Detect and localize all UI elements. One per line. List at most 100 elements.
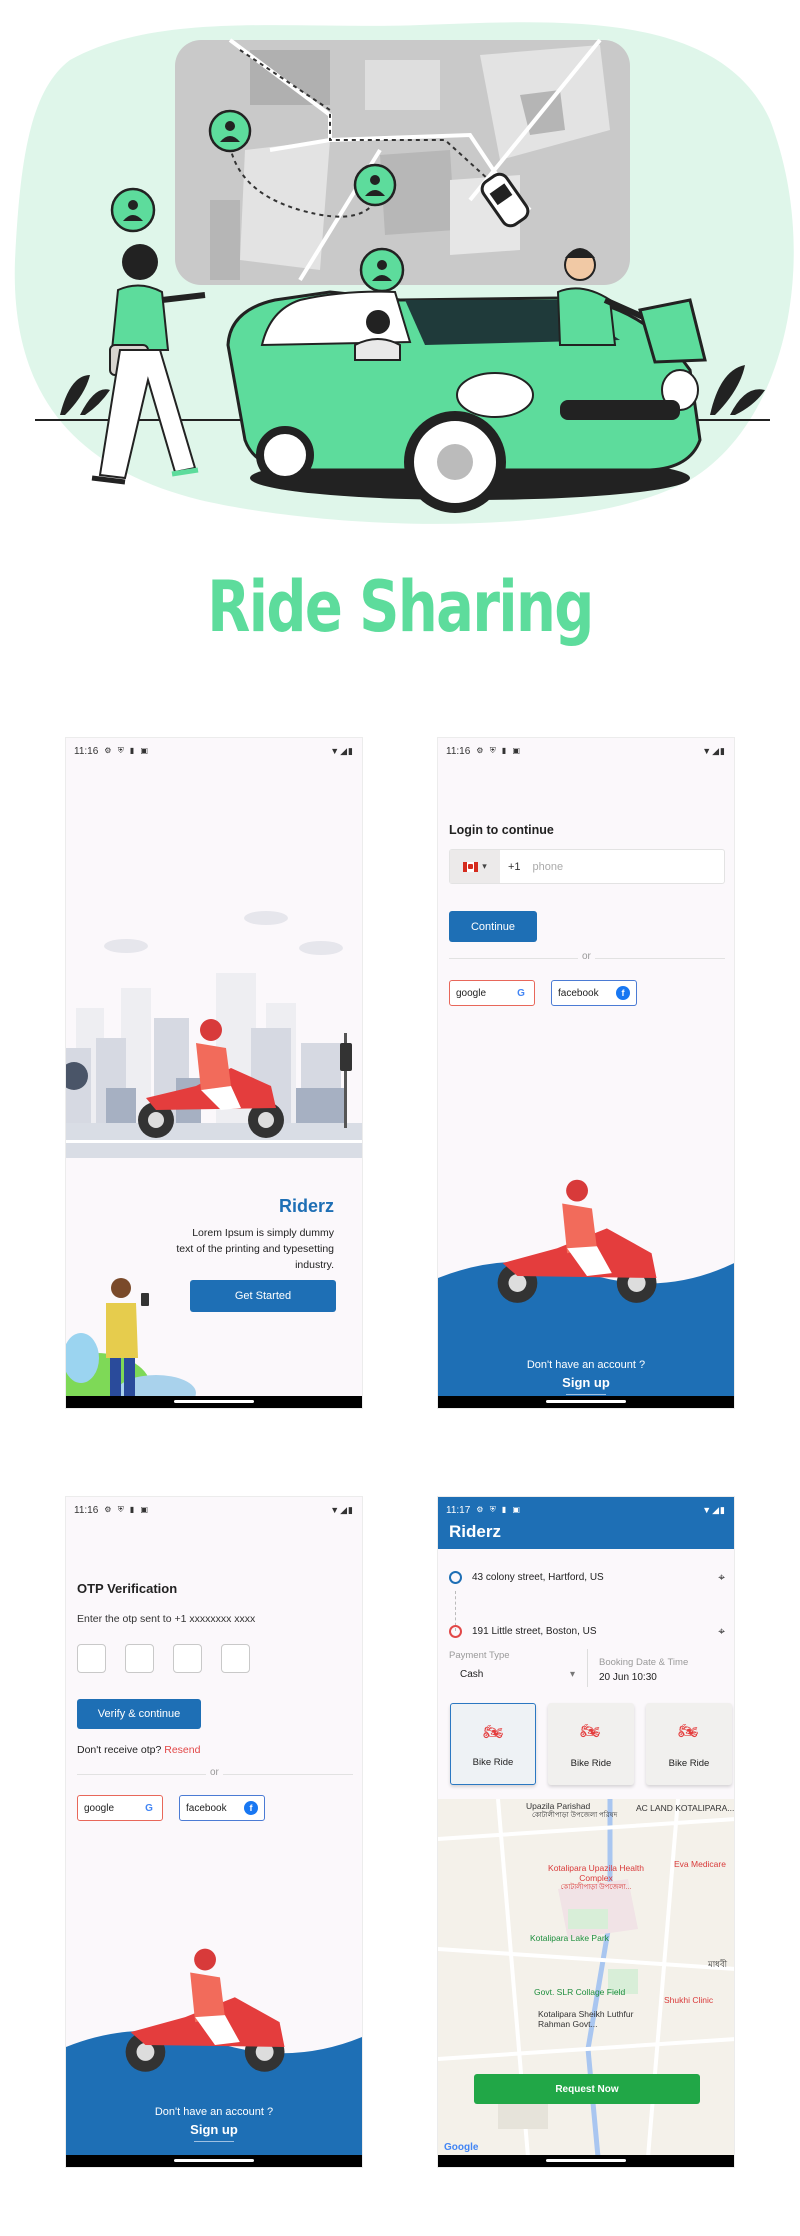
otp-digit-4[interactable] xyxy=(221,1644,250,1673)
map-label-acland: AC LAND KOTALIPARA... xyxy=(636,1803,735,1813)
payment-value: Cash xyxy=(460,1669,484,1680)
onboarding-screen: 11:16 ⚙ ⛨ ▮ ▣ ▼◢▮ Riderz Lorem Ipsum is … xyxy=(65,737,363,1409)
facebook-login-button[interactable]: facebook f xyxy=(551,980,637,1006)
ride-option-label: Bike Ride xyxy=(570,1758,612,1769)
phone-field: ▾ +1 xyxy=(449,849,725,884)
google-label: google xyxy=(456,987,487,999)
or-text: or xyxy=(578,951,595,962)
app-title: Riderz xyxy=(449,1522,501,1541)
ride-option-label: Bike Ride xyxy=(668,1758,710,1769)
facebook-icon: f xyxy=(244,1801,258,1815)
request-now-button[interactable]: Request Now xyxy=(474,2074,700,2104)
location-pin-icon[interactable]: ⌖ xyxy=(718,1570,725,1585)
dropoff-dot-icon xyxy=(449,1624,462,1638)
dial-code: +1 xyxy=(508,860,521,873)
home-indicator[interactable] xyxy=(546,2159,626,2162)
status-time: 11:16 xyxy=(74,1504,99,1516)
no-account-text: Don't have an account ? xyxy=(154,2106,274,2118)
google-icon: G xyxy=(145,1802,153,1814)
resend-link[interactable]: Resend xyxy=(164,1744,200,1756)
navigation-bar xyxy=(438,2155,734,2167)
not-received-text: Don't receive otp? xyxy=(77,1744,162,1756)
car-illustration xyxy=(226,290,702,513)
pickup-dot-icon xyxy=(449,1570,462,1584)
login-screen: 11:16 ⚙ ⛨ ▮ ▣ ▼◢▮ Login to continue ▾ +1… xyxy=(437,737,735,1409)
home-indicator[interactable] xyxy=(174,1400,254,1403)
brand-name: Riderz xyxy=(278,1196,334,1216)
no-account-text: Don't have an account ? xyxy=(526,1359,646,1371)
page-title: Ride Sharing xyxy=(207,566,594,648)
facebook-login-button[interactable]: facebook f xyxy=(179,1795,265,1821)
status-time: 11:17 xyxy=(446,1504,471,1516)
status-notification-icons: ⚙ ⛨ ▮ ▣ xyxy=(104,1505,151,1514)
man-with-phone-illustration xyxy=(66,1278,196,1398)
google-login-button[interactable]: google G xyxy=(77,1795,163,1821)
status-bar: 11:16 ⚙ ⛨ ▮ ▣ ▼◢▮ xyxy=(438,738,734,764)
bike-icon: 🏍 xyxy=(678,1723,699,1740)
google-icon: G xyxy=(517,987,525,999)
hero-illustration xyxy=(14,22,794,524)
city-rider-illustration xyxy=(66,911,362,1158)
verify-continue-button[interactable]: Verify & continue xyxy=(77,1699,201,1729)
facebook-label: facebook xyxy=(558,987,599,999)
map-label-lutfur: Kotalipara Sheikh Luthfur Rahman Govt... xyxy=(538,2009,634,2029)
ride-option-1[interactable]: 🏍 Bike Ride xyxy=(450,1703,536,1785)
continue-button[interactable]: Continue xyxy=(449,911,537,942)
home-indicator[interactable] xyxy=(546,1400,626,1403)
otp-screen: 11:16 ⚙ ⛨ ▮ ▣ ▼◢▮ OTP Verification Enter… xyxy=(65,1496,363,2168)
phone-input[interactable] xyxy=(532,860,673,873)
map-label-shukhi: Shukhi Clinic xyxy=(664,1995,714,2005)
onboarding-description: Lorem Ipsum is simply dummy text of the … xyxy=(176,1227,334,1271)
otp-digit-1[interactable] xyxy=(77,1644,106,1673)
home-indicator[interactable] xyxy=(174,2159,254,2162)
map-label-eva: Eva Medicare xyxy=(674,1859,726,1869)
map-label-lake-park: Kotalipara Lake Park xyxy=(530,1933,609,1943)
signup-underline xyxy=(194,2141,234,2142)
ride-option-3[interactable]: 🏍 Bike Ride xyxy=(646,1703,732,1785)
map-label-slr: Govt. SLR Collage Field xyxy=(534,1987,626,1997)
google-label: google xyxy=(84,1802,115,1814)
status-time: 11:16 xyxy=(446,745,471,757)
google-login-button[interactable]: google G xyxy=(449,980,535,1006)
status-notification-icons: ⚙ ⛨ ▮ ▣ xyxy=(476,1505,523,1514)
booking-date-value[interactable]: 20 Jun 10:30 xyxy=(599,1672,657,1683)
map-card-illustration xyxy=(175,38,630,285)
signup-link[interactable]: Sign up xyxy=(438,1375,734,1390)
chevron-down-icon: ▾ xyxy=(482,861,487,871)
status-signal-battery-icons: ▼◢▮ xyxy=(330,745,354,756)
payment-type-label: Payment Type xyxy=(449,1650,510,1661)
map-label-health-complex: Kotalipara Upazila Health Complex কোটালী… xyxy=(548,1863,644,1891)
signup-link[interactable]: Sign up xyxy=(66,2122,362,2137)
status-bar: 11:16 ⚙ ⛨ ▮ ▣ ▼◢▮ xyxy=(66,1497,362,1523)
location-pin-icon[interactable]: ⌖ xyxy=(718,1624,725,1639)
bike-icon: 🏍 xyxy=(580,1723,601,1740)
map-label-bn: মাধবী xyxy=(708,1959,728,1969)
ride-option-2[interactable]: 🏍 Bike Ride xyxy=(548,1703,634,1785)
map-label-upazila: Upazila Parishad কোটালীপাড়া উপজেলা পরিষ… xyxy=(526,1801,618,1819)
or-text: or xyxy=(206,1767,223,1778)
resend-row: Don't receive otp? Resend xyxy=(77,1744,200,1756)
pickup-location[interactable]: 43 colony street, Hartford, US ⌖ xyxy=(449,1565,725,1589)
dropoff-address: 191 Little street, Boston, US xyxy=(472,1625,597,1637)
otp-digit-2[interactable] xyxy=(125,1644,154,1673)
booking-date-label: Booking Date & Time xyxy=(599,1657,689,1668)
ride-option-label: Bike Ride xyxy=(472,1757,514,1768)
status-signal-battery-icons: ▼◢▮ xyxy=(702,1504,726,1515)
payment-type-select[interactable]: Cash ▾ xyxy=(460,1669,575,1680)
status-notification-icons: ⚙ ⛨ ▮ ▣ xyxy=(104,746,151,755)
app-bar: 11:17 ⚙ ⛨ ▮ ▣ ▼◢▮ Riderz xyxy=(438,1497,734,1549)
otp-digit-3[interactable] xyxy=(173,1644,202,1673)
google-logo: Google xyxy=(444,2142,479,2153)
booking-screen: 11:17 ⚙ ⛨ ▮ ▣ ▼◢▮ Riderz 43 colony stree… xyxy=(437,1496,735,2168)
status-signal-battery-icons: ▼◢▮ xyxy=(330,1504,354,1515)
otp-subtitle: Enter the otp sent to +1 xxxxxxxx xxxx xyxy=(77,1613,256,1625)
dropoff-location[interactable]: 191 Little street, Boston, US ⌖ xyxy=(449,1619,725,1643)
facebook-label: facebook xyxy=(186,1802,227,1814)
facebook-icon: f xyxy=(616,986,630,1000)
canada-flag-icon xyxy=(463,861,479,872)
navigation-bar xyxy=(438,1396,734,1408)
signup-underline xyxy=(566,1394,606,1395)
bike-icon: 🏍 xyxy=(483,1724,504,1741)
country-picker[interactable]: ▾ xyxy=(450,850,500,883)
get-started-button[interactable]: Get Started xyxy=(190,1280,336,1312)
